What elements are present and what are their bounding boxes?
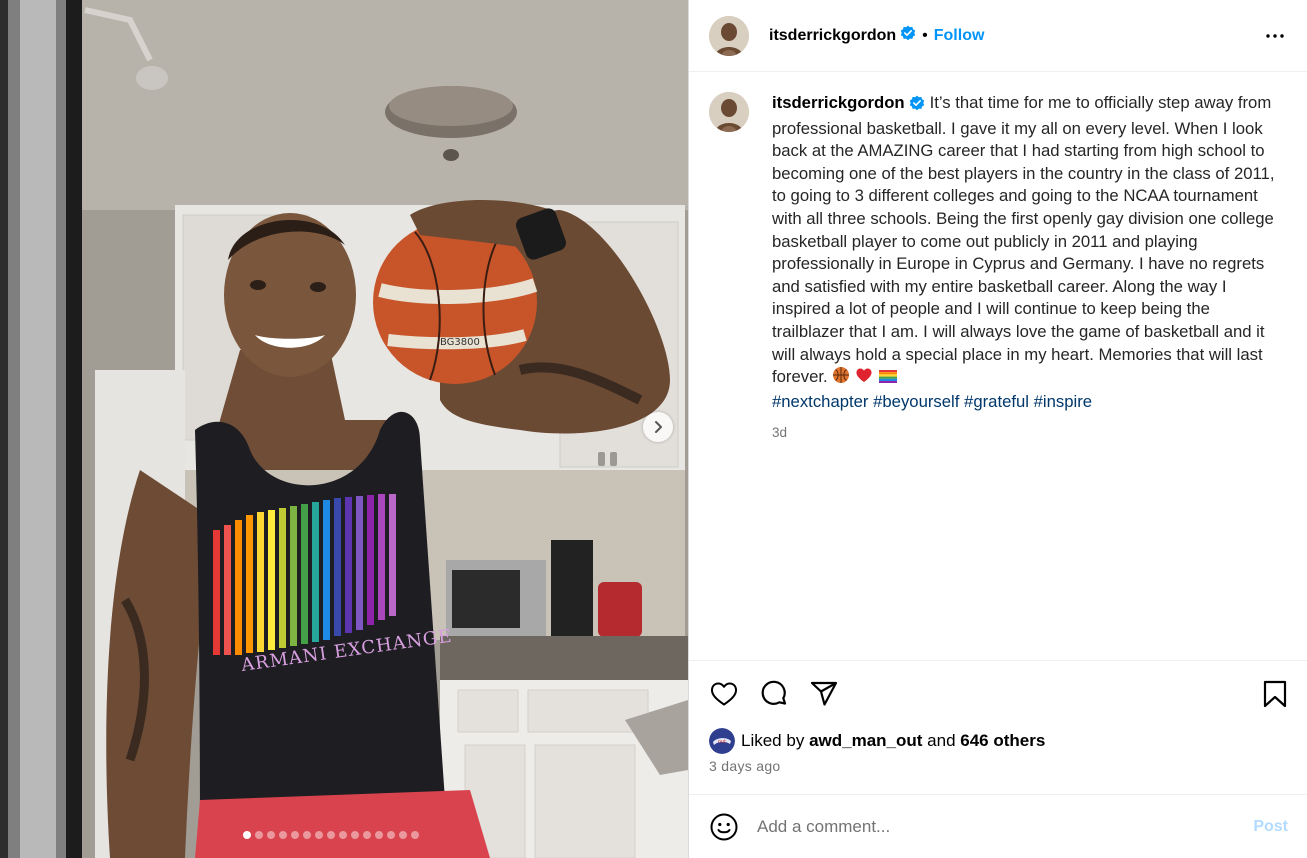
carousel-dot [411,831,419,839]
header-separator: • [922,26,928,44]
likes-prefix: Liked by [741,731,805,750]
hashtag-link[interactable]: #beyourself [873,392,959,411]
more-horizontal-icon [1266,33,1284,38]
red-heart-emoji [855,366,873,391]
comment-button[interactable] [759,679,789,709]
post-header: itsderrickgordon • Follow [689,0,1307,72]
hashtag-link[interactable]: #inspire [1034,392,1092,411]
caption-message: It’s that time for me to officially step… [772,93,1275,387]
post-media[interactable]: ARMANI EXCHANGE BG3800 [0,0,688,858]
caption-username[interactable]: itsderrickgordon [772,93,905,112]
more-options-button[interactable] [1263,24,1287,48]
post-sidebar: itsderrickgordon • Follow itsderrickgord… [688,0,1307,858]
follow-button[interactable]: Follow [934,27,985,45]
comment-input[interactable] [757,816,1254,837]
hashtag-link[interactable]: #nextchapter [772,392,868,411]
carousel-dot [291,831,299,839]
action-bar [689,661,1307,727]
bookmark-icon [1263,680,1287,708]
author-avatar[interactable] [709,15,749,56]
carousel-dot [339,831,347,839]
carousel-dot [279,831,287,839]
chevron-right-icon [655,421,662,433]
caption-text: itsderrickgordon It’s that time for me to… [772,92,1282,413]
author-username[interactable]: itsderrickgordon [769,27,896,45]
share-button[interactable] [809,679,839,709]
smiley-icon [710,813,738,840]
carousel-dot [315,831,323,839]
post-time-ago[interactable]: 3 days ago [689,758,1307,774]
next-slide-button[interactable] [643,412,673,442]
caption-author-avatar[interactable] [709,92,749,132]
post-comment-button[interactable]: Post [1253,818,1288,836]
comment-bar: Post [689,794,1307,858]
caption-timestamp[interactable]: 3d [772,425,1282,440]
carousel-dot [303,831,311,839]
like-button[interactable] [709,679,739,709]
carousel-dots [243,831,419,839]
carousel-dot [243,831,251,839]
carousel-dot [399,831,407,839]
carousel-dot [255,831,263,839]
hashtag-link[interactable]: #grateful [964,392,1029,411]
emoji-picker-button[interactable] [709,812,739,842]
verified-badge-icon [909,95,925,118]
instagram-post: ARMANI EXCHANGE BG3800 itsderrickgordon … [0,0,1307,858]
carousel-dot [387,831,395,839]
caption-section: itsderrickgordon It’s that time for me to… [689,72,1307,660]
liker-avatar[interactable]: out [709,728,735,754]
svg-text:out: out [718,739,726,745]
post-actions-section: out Liked by awd_man_out and 646 others … [689,660,1307,774]
carousel-dot [267,831,275,839]
likes-summary: out Liked by awd_man_out and 646 others [689,728,1307,754]
likes-others-link[interactable]: 646 others [960,731,1045,751]
save-button[interactable] [1262,679,1288,709]
carousel-dot [375,831,383,839]
carousel-dot [363,831,371,839]
liker-username[interactable]: awd_man_out [809,731,922,751]
verified-badge-icon [900,25,916,46]
carousel-dot [327,831,335,839]
post-photo: ARMANI EXCHANGE BG3800 [0,0,688,858]
rainbow-flag-emoji [878,368,898,391]
ball-text: BG3800 [440,337,480,348]
basketball-emoji [832,366,850,391]
caption-body: itsderrickgordon It’s that time for me to… [772,92,1282,660]
carousel-dot [351,831,359,839]
share-icon [810,681,838,706]
heart-icon [710,682,738,706]
hashtag-list: #nextchapter #beyourself #grateful #insp… [772,392,1092,411]
likes-conjunction: and [927,731,956,750]
comment-icon [761,680,787,705]
